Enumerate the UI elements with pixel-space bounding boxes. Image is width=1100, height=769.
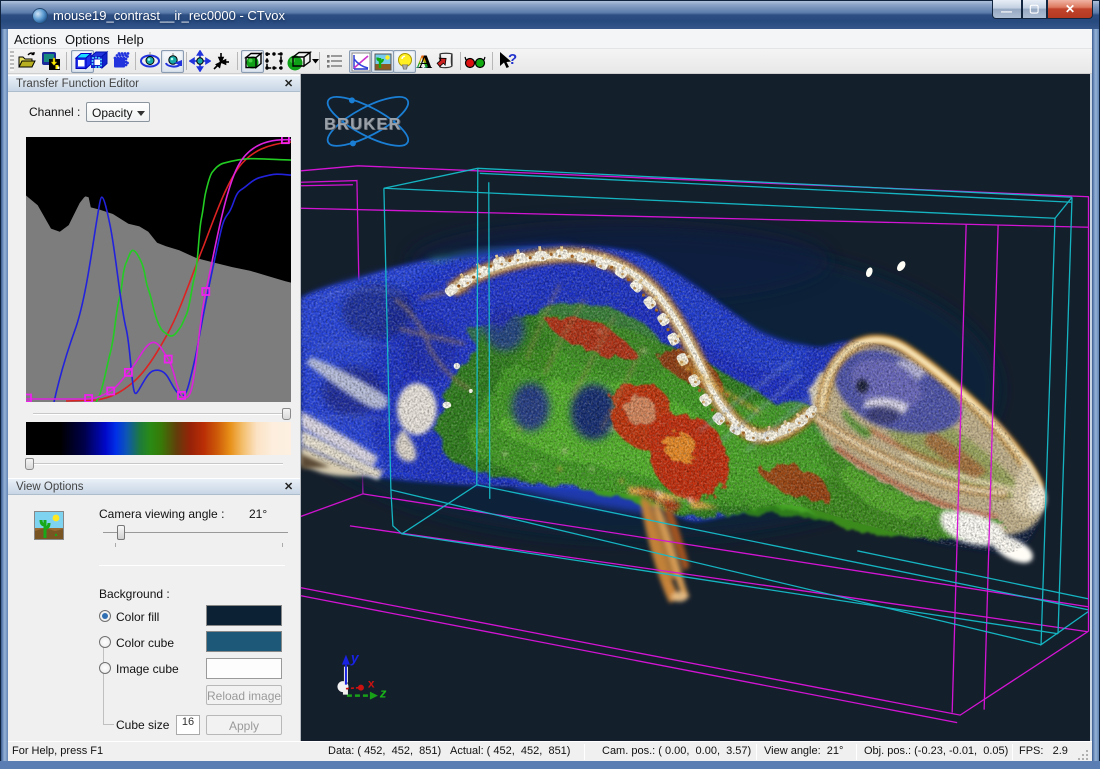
svg-text:BRUKER: BRUKER [324,115,402,133]
svg-text:y: y [350,650,360,666]
svg-text:z: z [379,686,387,701]
svg-text:x: x [368,677,375,691]
svg-text:A: A [419,52,433,72]
svg-text:?: ? [508,51,517,68]
